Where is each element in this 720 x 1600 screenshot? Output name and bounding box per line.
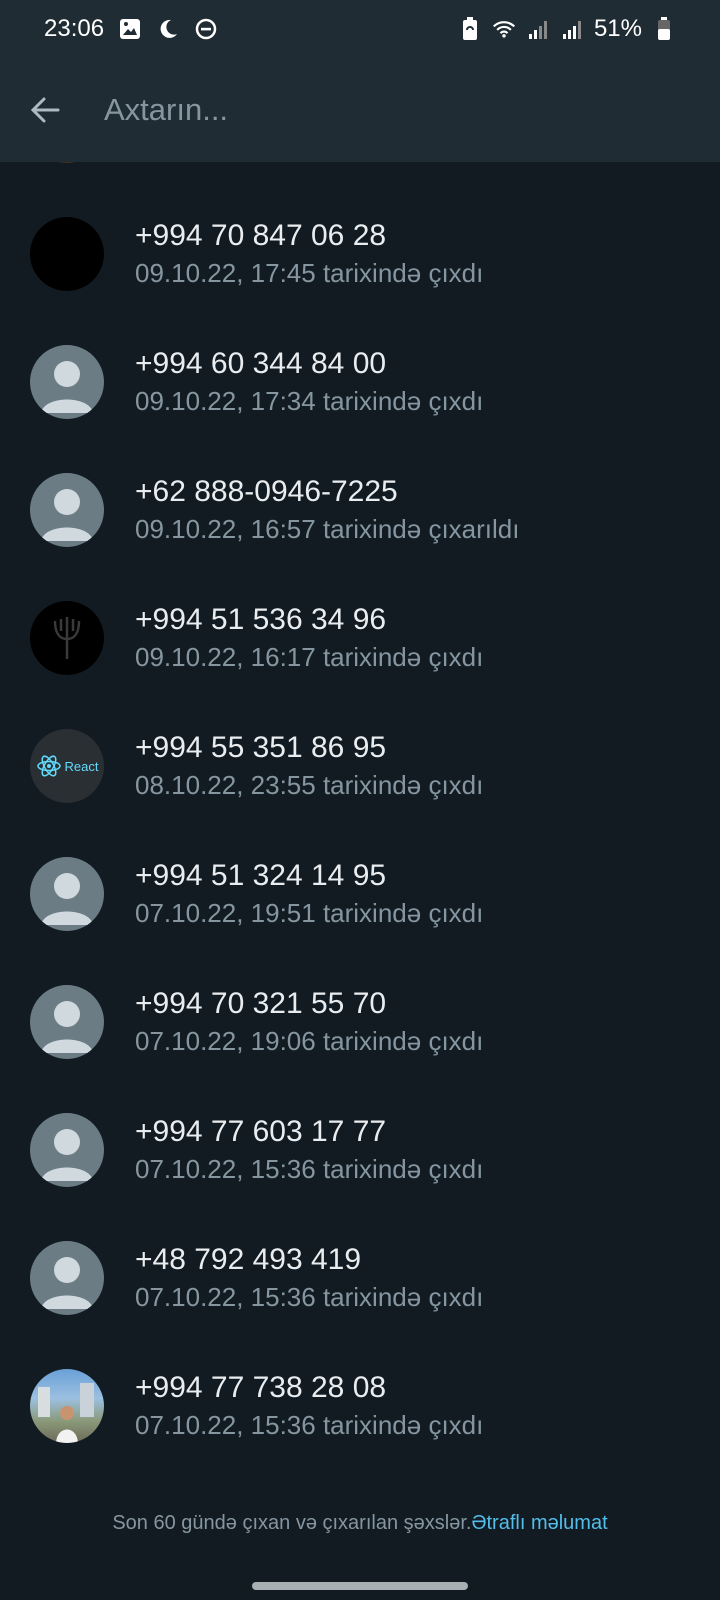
contact-status: 09.10.22, 17:34 tarixində çıxdı: [135, 386, 484, 416]
contact-number: +48 792 493 419: [135, 1243, 362, 1276]
list-item[interactable]: +994 70 321 55 70 07.10.22, 19:06 tarixin…: [0, 958, 720, 1086]
contact-texts: +994 60 344 84 00 09.10.22, 17:34 tarixin…: [135, 318, 483, 446]
contact-list[interactable]: 10.10.22, 21:15 tarixində çıxdı+994 70 8…: [0, 162, 720, 1492]
contact-status: 07.10.22, 19:51 tarixində çıxdı: [135, 898, 484, 928]
avatar[interactable]: [30, 345, 104, 419]
list-item[interactable]: +994 60 344 84 00 09.10.22, 17:34 tarixin…: [0, 318, 720, 446]
dnd-icon: [194, 17, 218, 41]
contact-texts: +994 77 603 17 77 07.10.22, 15:36 tarixin…: [135, 1086, 483, 1214]
list-item[interactable]: +62 888-0946-7225 09.10.22, 16:57 tarixin…: [0, 446, 720, 574]
avatar[interactable]: [30, 601, 104, 675]
battery-saver-icon: [458, 17, 482, 41]
contact-list-inner: 10.10.22, 21:15 tarixində çıxdı+994 70 8…: [0, 162, 720, 1470]
contact-texts: +994 70 847 06 28 09.10.22, 17:45 tarixin…: [135, 190, 483, 318]
contact-number: +994 51 324 14 95: [135, 859, 387, 892]
back-button[interactable]: [0, 58, 90, 162]
search-input[interactable]: [104, 80, 664, 140]
list-item[interactable]: +994 77 738 28 08 07.10.22, 15:36 tarixin…: [0, 1342, 720, 1470]
contact-texts: +994 51 324 14 95 07.10.22, 19:51 tarixin…: [135, 830, 483, 958]
battery-percent: 51%: [593, 15, 642, 42]
contact-number: +994 70 321 55 70: [135, 987, 387, 1020]
default-avatar-icon: [41, 489, 93, 541]
contact-number: +994 77 603 17 77: [135, 1115, 387, 1148]
contact-texts: +994 51 536 34 96 09.10.22, 16:17 tarixin…: [135, 574, 483, 702]
avatar[interactable]: [30, 217, 104, 291]
status-time: 23:06: [44, 15, 105, 42]
contact-number: +994 51 536 34 96: [135, 603, 387, 636]
contact-texts: +994 55 351 86 95 08.10.22, 23:55 tarixin…: [135, 702, 483, 830]
status-bar-right: 51%: [458, 15, 676, 43]
status-bar: 23:06 51%: [0, 0, 720, 58]
default-avatar-icon: [41, 1001, 93, 1053]
avatar[interactable]: [30, 1241, 104, 1315]
contact-number: +62 888-0946-7225: [135, 475, 398, 508]
contact-status: 07.10.22, 15:36 tarixində çıxdı: [135, 1154, 484, 1184]
contact-number: +994 55 351 86 95: [135, 731, 387, 764]
default-avatar-icon: [41, 1129, 93, 1181]
list-item[interactable]: +994 70 847 06 28 09.10.22, 17:45 tarixin…: [0, 190, 720, 318]
contact-status: 09.10.22, 17:45 tarixində çıxdı: [135, 258, 484, 288]
battery-icon: [652, 17, 676, 41]
home-indicator[interactable]: [252, 1582, 468, 1590]
list-item[interactable]: 10.10.22, 21:15 tarixində çıxdı: [0, 162, 720, 190]
avatar[interactable]: [30, 857, 104, 931]
contact-texts: +48 792 493 419 07.10.22, 15:36 tarixində…: [135, 1214, 483, 1342]
react-avatar-label: React: [64, 758, 99, 774]
contact-status: 07.10.22, 15:36 tarixində çıxdı: [135, 1282, 484, 1312]
contact-status: 07.10.22, 15:36 tarixində çıxdı: [135, 1410, 484, 1440]
avatar[interactable]: [30, 985, 104, 1059]
contact-texts: +994 70 321 55 70 07.10.22, 19:06 tarixin…: [135, 958, 483, 1086]
avatar[interactable]: [30, 1369, 104, 1443]
contact-number: +994 77 738 28 08: [135, 1371, 387, 1404]
status-bar-left: 23:06: [44, 15, 218, 43]
contact-status: 09.10.22, 16:17 tarixində çıxdı: [135, 642, 484, 672]
contact-status: 07.10.22, 19:06 tarixində çıxdı: [135, 1026, 484, 1056]
avatar[interactable]: [30, 473, 104, 547]
list-item[interactable]: React +994 55 351 86 95 08.10.22, 23:55 ta…: [0, 702, 720, 830]
default-avatar-icon: [41, 1257, 93, 1309]
moon-icon: [156, 17, 180, 41]
list-item[interactable]: +48 792 493 419 07.10.22, 15:36 tarixində…: [0, 1214, 720, 1342]
wifi-icon: [492, 17, 516, 41]
signal-icon: [526, 17, 550, 41]
default-avatar-icon: [41, 873, 93, 925]
list-item[interactable]: +994 77 603 17 77 07.10.22, 15:36 tarixin…: [0, 1086, 720, 1214]
contact-texts: +62 888-0946-7225 09.10.22, 16:57 tarixin…: [135, 446, 519, 574]
react-logo-icon: [36, 755, 61, 777]
default-avatar-icon: [41, 361, 93, 413]
person-photo-icon: [38, 1383, 94, 1443]
avatar[interactable]: [30, 162, 104, 163]
signal-icon: [560, 17, 584, 41]
contact-number: +994 60 344 84 00: [135, 347, 387, 380]
contact-texts: 10.10.22, 21:15 tarixində çıxdı: [135, 162, 483, 190]
list-item[interactable]: +994 51 324 14 95 07.10.22, 19:51 tarixin…: [0, 830, 720, 958]
avatar[interactable]: [30, 1113, 104, 1187]
contact-texts: +994 77 738 28 08 07.10.22, 15:36 tarixin…: [135, 1342, 483, 1470]
back-arrow-icon: [30, 97, 60, 123]
trident-logo-icon: [53, 617, 81, 659]
image-icon: [118, 17, 142, 41]
contact-status: 09.10.22, 16:57 tarixində çıxarıldı: [135, 514, 520, 544]
list-item[interactable]: +994 51 536 34 96 09.10.22, 16:17 tarixin…: [0, 574, 720, 702]
contact-status: 08.10.22, 23:55 tarixində çıxdı: [135, 770, 484, 800]
contact-number: +994 70 847 06 28: [135, 219, 387, 252]
avatar[interactable]: React: [30, 729, 104, 803]
search-header: [0, 58, 720, 162]
footer-link[interactable]: Ətraflı məlumat: [471, 1512, 607, 1600]
